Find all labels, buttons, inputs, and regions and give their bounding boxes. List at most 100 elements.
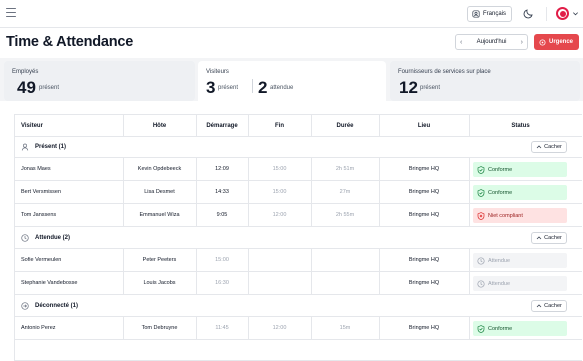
end-time: 15:00 bbox=[272, 189, 287, 195]
table-row[interactable]: Stephanie Vandebosse Louis Jacobs 16:30 … bbox=[15, 272, 582, 295]
group-header-expected: Attendue (2) Cacher bbox=[15, 227, 582, 249]
visitors-label: Visiteurs bbox=[206, 69, 229, 75]
column-header[interactable]: Status bbox=[469, 115, 572, 136]
chevron-down-icon[interactable] bbox=[572, 10, 579, 17]
language-label: Français bbox=[483, 11, 507, 17]
emergency-label: Urgence bbox=[549, 39, 574, 45]
start-time: 14:33 bbox=[215, 189, 229, 195]
start-time: 9:05 bbox=[216, 212, 228, 218]
clock-icon bbox=[21, 233, 29, 242]
shield-check-icon bbox=[477, 324, 485, 333]
status-badge: Niet compliant bbox=[473, 208, 567, 223]
table-row[interactable]: Tom Janssens Emmanuel Wiza 9:05 12:00 2h… bbox=[15, 204, 582, 227]
vendors-sub: présent bbox=[420, 85, 441, 91]
menu-icon[interactable] bbox=[6, 8, 16, 18]
location: Bringme HQ bbox=[408, 212, 440, 218]
end-time: 12:00 bbox=[272, 212, 287, 218]
shield-x-icon bbox=[477, 211, 485, 220]
column-header[interactable]: Durée bbox=[311, 115, 379, 136]
vendors-card[interactable]: Fournisseurs de services sur place 12 pr… bbox=[390, 61, 580, 101]
top-bar: Français bbox=[0, 0, 583, 28]
chevron-up-icon bbox=[536, 145, 542, 149]
status-badge: Attendue bbox=[473, 276, 567, 291]
visitor-name[interactable]: Stephanie Vandebosse bbox=[21, 272, 77, 294]
hide-button[interactable]: Cacher bbox=[531, 231, 567, 244]
moon-icon[interactable] bbox=[523, 8, 534, 19]
host-name: Louis Jacobs bbox=[143, 280, 176, 286]
hide-label: Cacher bbox=[544, 234, 562, 241]
chevron-right-icon[interactable]: › bbox=[521, 39, 523, 46]
visitor-name[interactable]: Antonio Perez bbox=[21, 317, 56, 339]
employees-count: 49 bbox=[17, 78, 36, 97]
column-header[interactable]: Démarrage bbox=[196, 115, 248, 136]
table-row[interactable]: Bert Versmissen Lisa Desmet 14:33 15:00 … bbox=[15, 181, 582, 204]
status-badge: Conforme bbox=[473, 185, 567, 200]
host-name: Kevin Opdebeeck bbox=[137, 166, 182, 172]
visitors-expected-sub: attendue bbox=[270, 85, 294, 91]
start-time: 11:45 bbox=[215, 325, 229, 331]
host-name: Tom Debruyne bbox=[141, 325, 178, 331]
table-row[interactable]: Antonio Perez Tom Debruyne 11:45 12:00 1… bbox=[15, 317, 582, 340]
divider bbox=[546, 7, 547, 21]
column-header[interactable]: Lieu bbox=[379, 115, 469, 136]
hide-label: Cacher bbox=[544, 302, 562, 309]
clock-icon bbox=[477, 279, 485, 288]
employees-sub: présent bbox=[39, 85, 60, 91]
hide-button[interactable]: Cacher bbox=[531, 299, 567, 312]
table-row[interactable]: Jonas Maes Kevin Opdebeeck 12:09 15:00 2… bbox=[15, 158, 582, 181]
avatar-icon[interactable] bbox=[556, 7, 569, 20]
duration: 2h 55m bbox=[335, 212, 355, 218]
location: Bringme HQ bbox=[408, 257, 440, 263]
visitors-present-count: 3 bbox=[206, 78, 216, 97]
employees-card[interactable]: Employés 49 présent bbox=[4, 61, 195, 101]
host-name: Lisa Desmet bbox=[144, 189, 175, 195]
chevron-up-icon bbox=[536, 303, 542, 307]
location: Bringme HQ bbox=[408, 280, 440, 286]
page-title: Time & Attendance bbox=[6, 34, 134, 50]
duration: 27m bbox=[339, 189, 351, 195]
shield-check-icon bbox=[477, 188, 485, 197]
visitors-table: Visiteur Hôte Démarrage Fin Durée Lieu S… bbox=[14, 114, 582, 361]
divider bbox=[252, 79, 253, 93]
group-header-checked-out: Déconnecté (1) Cacher bbox=[15, 295, 582, 317]
employees-label: Employés bbox=[12, 69, 39, 75]
column-header[interactable]: Fin bbox=[248, 115, 311, 136]
host-name: Peter Peeters bbox=[142, 257, 177, 263]
location: Bringme HQ bbox=[408, 325, 440, 331]
table-row[interactable]: Sofie Vermeulen Peter Peeters 15:00 Brin… bbox=[15, 249, 582, 272]
user-icon bbox=[21, 143, 29, 151]
alarm-icon bbox=[539, 38, 546, 46]
status-label: Conforme bbox=[488, 189, 513, 196]
location: Bringme HQ bbox=[408, 189, 440, 195]
host-name: Emmanuel Wiza bbox=[139, 212, 180, 218]
visitors-card[interactable]: Visiteurs 3 présent 2 attendue bbox=[198, 61, 386, 105]
visitor-name[interactable]: Sofie Vermeulen bbox=[21, 249, 61, 271]
duration: 2h 51m bbox=[335, 166, 355, 172]
chevron-left-icon[interactable]: ‹ bbox=[460, 39, 462, 46]
visitors-present-sub: présent bbox=[218, 85, 239, 91]
hide-button[interactable]: Cacher bbox=[531, 141, 567, 153]
status-label: Niet compliant bbox=[488, 212, 523, 219]
start-time: 12:09 bbox=[215, 166, 229, 172]
visitor-name[interactable]: Tom Janssens bbox=[21, 204, 56, 226]
emergency-button[interactable]: Urgence bbox=[534, 34, 579, 50]
hide-label: Cacher bbox=[544, 144, 562, 150]
group-header-present: Présent (1) Cacher bbox=[15, 137, 582, 158]
language-selector[interactable]: Français bbox=[467, 6, 512, 22]
status-label: Conforme bbox=[488, 325, 513, 332]
duration: 15m bbox=[339, 325, 351, 331]
status-badge: Conforme bbox=[473, 162, 567, 177]
visitor-name[interactable]: Bert Versmissen bbox=[21, 181, 61, 203]
date-navigator[interactable]: ‹ Aujourd'hui › bbox=[455, 34, 528, 50]
column-header[interactable]: Hôte bbox=[123, 115, 196, 136]
status-label: Attendue bbox=[488, 280, 511, 287]
group-title: Déconnecté (1) bbox=[35, 302, 79, 309]
start-time: 15:00 bbox=[215, 257, 229, 263]
start-time: 16:30 bbox=[215, 280, 229, 286]
group-title: Attendue (2) bbox=[35, 234, 70, 241]
status-label: Attendue bbox=[488, 257, 511, 264]
visitor-name[interactable]: Jonas Maes bbox=[21, 158, 51, 180]
status-badge: Conforme bbox=[473, 321, 567, 336]
column-header[interactable]: Visiteur bbox=[21, 115, 43, 136]
end-time: 12:00 bbox=[272, 325, 287, 331]
